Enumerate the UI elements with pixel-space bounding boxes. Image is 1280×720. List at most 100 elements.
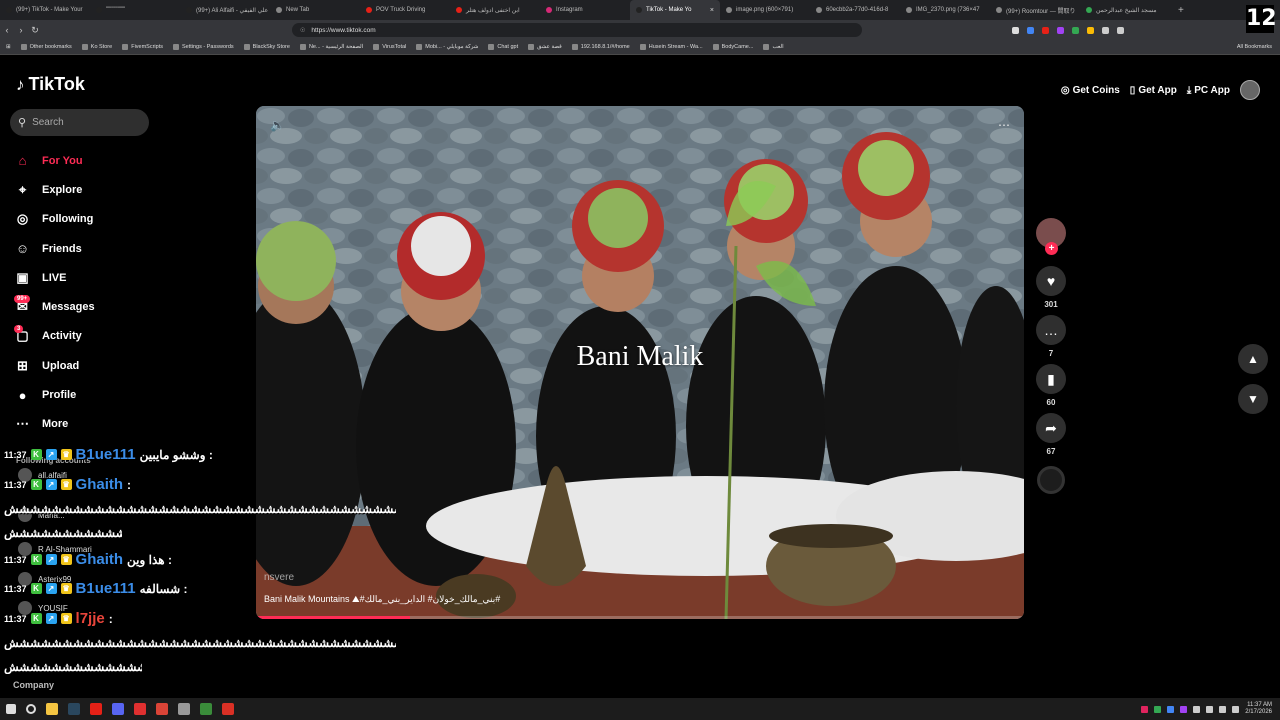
bookmark-item[interactable]: Ko Store: [81, 44, 112, 50]
sidebar-item-friends[interactable]: ☺ Friends: [14, 234, 95, 263]
sidebar-item-live[interactable]: ▣ LIVE: [14, 263, 95, 292]
follow-plus-icon[interactable]: +: [1045, 242, 1058, 255]
tray-icon[interactable]: [1167, 705, 1175, 713]
sidebar-item-for-you[interactable]: ⌂ For You: [14, 146, 95, 175]
save-button[interactable]: ▮: [1036, 364, 1066, 394]
browser-tab[interactable]: TikTok - Make Yo ×: [630, 0, 720, 20]
close-tab-icon[interactable]: ×: [710, 7, 714, 14]
browser-tab[interactable]: IMG_2370.png (736×47: [900, 0, 990, 20]
back-icon[interactable]: ‹: [0, 25, 14, 35]
site-info-icon[interactable]: ☉: [300, 27, 305, 34]
tray-icon[interactable]: [1206, 705, 1214, 713]
start-icon[interactable]: [6, 704, 16, 714]
bookmark-item[interactable]: Settings - Passwords: [172, 44, 234, 50]
header-get-coins-button[interactable]: ◎ Get Coins: [1061, 85, 1120, 96]
bookmark-item[interactable]: VirusTotal: [373, 44, 406, 50]
previous-video-button[interactable]: ▲: [1238, 344, 1268, 374]
extension-icon[interactable]: [1102, 26, 1109, 34]
header-pc-app-button[interactable]: ⤓ PC App: [1187, 85, 1230, 96]
app-icon[interactable]: [134, 703, 146, 715]
tray-icon[interactable]: [1180, 705, 1188, 713]
browser-tab[interactable]: image.png (600×791): [720, 0, 810, 20]
discord-icon[interactable]: [112, 703, 124, 715]
bookmark-item[interactable]: BlackSky Store: [243, 44, 290, 50]
tiktok-logo[interactable]: ♪ TikTok: [16, 74, 85, 95]
volume-icon[interactable]: [1232, 705, 1240, 713]
extension-icon[interactable]: [1072, 26, 1079, 34]
sidebar-item-profile[interactable]: ● Profile: [14, 380, 95, 409]
browser-tab[interactable]: 60ecbb2a-77d0-416d-8: [810, 0, 900, 20]
browser-tab[interactable]: New Tab: [270, 0, 360, 20]
maps-icon[interactable]: [222, 703, 234, 715]
bookmark-item[interactable]: Ne... - الصفحة الرئيسية: [299, 44, 363, 50]
tray-icon[interactable]: [1154, 705, 1162, 713]
file-explorer-icon[interactable]: [46, 703, 58, 715]
app-icon[interactable]: [178, 703, 190, 715]
apps-icon[interactable]: ⊞: [6, 44, 11, 50]
video-author[interactable]: nsvere: [264, 572, 294, 583]
video-player[interactable]: 🔈 ⋯ Bani Malik nsvere Bani Malik Mountai…: [256, 106, 1024, 619]
reload-icon[interactable]: ↻: [28, 25, 42, 36]
browser-tab[interactable]: POV Truck Driving: [360, 0, 450, 20]
browser-tab[interactable]: (99+) TikTok - Make Your: [0, 0, 90, 20]
bookmark-item[interactable]: 192.168.8.1/#/home: [571, 44, 630, 50]
like-button[interactable]: ♥: [1036, 266, 1066, 296]
forward-icon[interactable]: ›: [14, 25, 28, 35]
browser-tab[interactable]: ابن اختفى ادولف هتلر: [450, 0, 540, 20]
chat-username[interactable]: Ghaith: [76, 476, 124, 493]
bookmark-item[interactable]: العب: [763, 44, 784, 50]
search-box[interactable]: ⚲: [10, 109, 149, 136]
share-button[interactable]: ➦: [1036, 413, 1066, 443]
wifi-icon[interactable]: [1219, 705, 1227, 713]
tray-icon[interactable]: [1193, 705, 1201, 713]
sidebar-item-following[interactable]: ◎ Following: [14, 205, 95, 234]
more-options-icon[interactable]: ⋯: [998, 118, 1010, 132]
sidebar-item-explore[interactable]: ⌖ Explore: [14, 175, 95, 204]
comment-button[interactable]: …: [1036, 315, 1066, 345]
browser-icon[interactable]: [90, 703, 102, 715]
creator-avatar[interactable]: +: [1036, 218, 1066, 255]
chat-username[interactable]: l7jje: [76, 610, 105, 627]
browser-tab[interactable]: (99+) Ali Alfaifi - علي الفيفي: [180, 0, 270, 20]
bookmark-item[interactable]: BodyCame...: [712, 44, 753, 50]
company-link[interactable]: Company: [13, 680, 54, 690]
chat-username[interactable]: B1ue111: [76, 446, 136, 463]
next-video-button[interactable]: ▼: [1238, 384, 1268, 414]
search-icon[interactable]: [26, 704, 36, 714]
bookmark-item[interactable]: قصة عشق: [528, 44, 562, 50]
chat-username[interactable]: Ghaith: [76, 551, 124, 568]
video-progress-bar[interactable]: [256, 616, 1024, 619]
sidebar-item-upload[interactable]: ⊞ Upload: [14, 351, 95, 380]
bookmark-item[interactable]: FivemScripts: [122, 44, 163, 50]
browser-tab[interactable]: """"""""": [90, 0, 180, 20]
bookmark-item[interactable]: Mobi... - شركة موبايلي: [416, 44, 478, 50]
all-bookmarks-button[interactable]: All Bookmarks: [1237, 44, 1272, 50]
volume-icon[interactable]: 🔈: [270, 118, 285, 132]
music-disc-icon[interactable]: [1037, 466, 1065, 494]
extension-icon[interactable]: [1012, 26, 1019, 34]
header-get-app-button[interactable]: ▯ Get App: [1130, 85, 1177, 96]
chat-username[interactable]: B1ue111: [76, 580, 136, 597]
chrome-icon[interactable]: [156, 703, 168, 715]
browser-tab[interactable]: (99+) Roomtour — 間取り: [990, 0, 1080, 20]
bookmark-item[interactable]: Other bookmarks: [20, 44, 72, 50]
tray-icon[interactable]: [1141, 705, 1149, 713]
extension-icon[interactable]: [1087, 26, 1094, 34]
search-input[interactable]: [32, 117, 133, 128]
browser-tab[interactable]: Instagram: [540, 0, 630, 20]
bookmark-item[interactable]: Chat gpt: [488, 44, 518, 50]
clock[interactable]: 11:37 AM 2/17/2026: [1245, 702, 1272, 716]
extension-icon[interactable]: [1027, 26, 1034, 34]
user-avatar[interactable]: [1240, 80, 1260, 100]
extension-icon[interactable]: [1117, 26, 1124, 34]
url-field[interactable]: ☉ https://www.tiktok.com: [292, 23, 862, 37]
steam-icon[interactable]: [68, 703, 80, 715]
app-icon[interactable]: [200, 703, 212, 715]
sidebar-item-more[interactable]: ⋯ More: [14, 410, 95, 439]
new-tab-icon[interactable]: +: [1170, 5, 1192, 16]
extension-icon[interactable]: [1057, 26, 1064, 34]
extension-icon[interactable]: [1042, 26, 1049, 34]
sidebar-item-activity[interactable]: ▢ Activity 3: [14, 322, 95, 351]
browser-tab[interactable]: مسجد الشيخ عبدالرحمن: [1080, 0, 1170, 20]
sidebar-item-messages[interactable]: ✉ Messages 99+: [14, 292, 95, 321]
